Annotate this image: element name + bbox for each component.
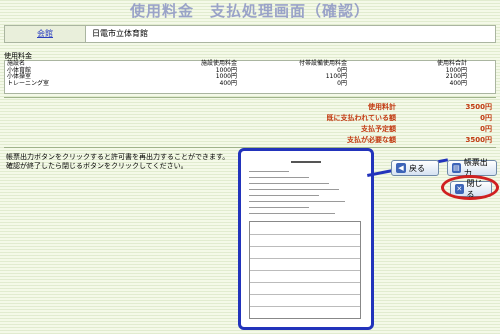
document-grid-line — [250, 246, 360, 247]
document-text-line — [249, 213, 335, 214]
highlight-circle — [441, 175, 499, 200]
instruction-message: 帳票出力ボタンをクリックすると許可書を再出力することができます。 確認が終了した… — [6, 153, 246, 171]
document-grid-line — [250, 258, 360, 259]
back-button-label: 戻る — [409, 163, 425, 173]
facility-row: 会館 日電市立体育館 — [4, 25, 496, 43]
document-grid-line — [250, 306, 360, 307]
page-title: 使用料金 支払処理画面（確認） — [129, 2, 370, 20]
document-text-line — [249, 183, 329, 184]
page-header: 使用料金 支払処理画面（確認） — [0, 0, 500, 22]
instruction-line: 確認が終了したら閉じるボタンをクリックしてください。 — [6, 162, 188, 170]
print-form-button[interactable]: ▤ 帳票出力 — [447, 158, 497, 178]
table-cell: 400円 — [219, 79, 237, 87]
arrow-left-icon: ◀ — [396, 163, 406, 173]
instruction-line: 帳票出力ボタンをクリックすると許可書を再出力することができます。 — [6, 153, 230, 161]
summary-value: 0円 — [480, 114, 492, 122]
summary-value: 0円 — [480, 125, 492, 133]
facility-value: 日電市立体育館 — [92, 29, 148, 38]
summary-label: 使用料計 — [368, 103, 396, 111]
facility-label-cell: 会館 — [5, 26, 86, 42]
document-table — [249, 221, 361, 319]
divider — [4, 97, 496, 98]
summary-label: 支払が必要な額 — [347, 136, 396, 144]
printer-icon: ▤ — [452, 163, 461, 173]
table-row: トレーニング室 400円 0円 400円 — [5, 79, 495, 88]
document-text-line — [249, 171, 289, 172]
document-title-mark — [291, 161, 321, 163]
document-text-line — [249, 177, 309, 178]
document-grid-line — [250, 294, 360, 295]
permit-document-preview — [238, 148, 374, 330]
table-cell: 0円 — [337, 79, 347, 87]
summary-row: 使用料計 3500円 — [260, 102, 496, 112]
summary-row: 支払予定額 0円 — [260, 124, 496, 134]
back-button[interactable]: ◀ 戻る — [391, 160, 439, 176]
facility-label-link[interactable]: 会館 — [37, 29, 53, 38]
document-grid-line — [250, 282, 360, 283]
table-cell: 400円 — [449, 79, 467, 87]
summary-row: 既に支払われている額 0円 — [260, 113, 496, 123]
summary-label: 支払予定額 — [361, 125, 396, 133]
document-text-line — [249, 201, 345, 202]
summary-value: 3500円 — [465, 136, 492, 144]
document-grid-line — [250, 270, 360, 271]
document-grid-line — [250, 234, 360, 235]
summary-label: 既に支払われている額 — [326, 114, 396, 122]
fees-table: 施設名 施設使用料金 付帯設備使用料金 使用料合計 小体育館 1000円 0円 … — [4, 60, 496, 94]
summary-value: 3500円 — [465, 103, 492, 111]
table-cell: トレーニング室 — [7, 79, 50, 87]
document-text-line — [249, 195, 319, 196]
summary-row: 支払が必要な額 3500円 — [260, 135, 496, 145]
document-text-line — [249, 189, 339, 190]
document-text-line — [249, 207, 309, 208]
